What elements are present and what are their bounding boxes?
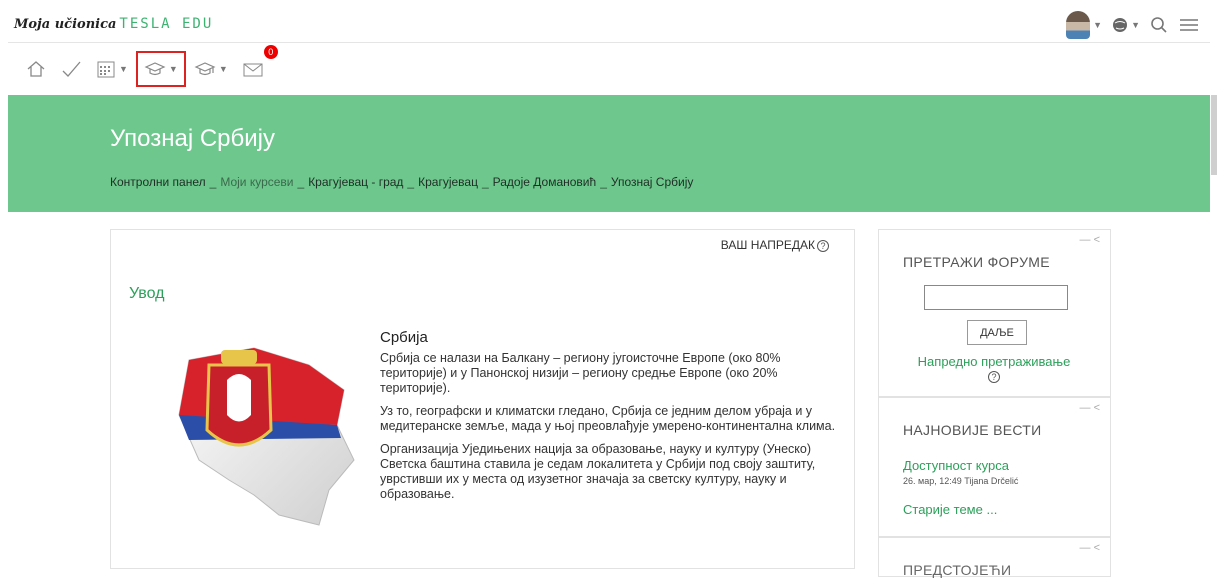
calendar-icon <box>97 61 115 78</box>
brand-script: Moja učionica <box>14 17 117 32</box>
block-controls[interactable]: — < <box>1080 542 1100 554</box>
quick-nav: ▼ ▼ ▼ 0 <box>8 44 1210 94</box>
completion-button[interactable] <box>54 51 88 87</box>
language-menu[interactable]: ▼ <box>1112 17 1140 33</box>
page-header: Упознај Србију Контролни панел _ Моји кур… <box>8 95 1217 212</box>
menu-icon[interactable] <box>1178 16 1200 34</box>
globe-icon <box>1113 18 1128 32</box>
breadcrumb: Контролни панел _ Моји курсеви _ Крагујева… <box>110 175 694 189</box>
mail-icon <box>243 63 263 77</box>
latest-news-block: — < НАЈНОВИЈЕ ВЕСТИ Доступност курса 26.… <box>878 397 1111 537</box>
section-title: Увод <box>129 285 165 302</box>
calendar-menu[interactable]: ▼ <box>90 51 134 87</box>
serbia-map-image <box>159 320 364 535</box>
section-text: Србија Србија се налази на Балкану – рег… <box>380 330 840 510</box>
upcoming-block: — < ПРЕДСТОЈЕЋИ <box>878 537 1111 578</box>
advanced-search-link[interactable]: Напредно претраживање ? <box>899 354 1089 383</box>
breadcrumb-dashboard[interactable]: Контролни панел <box>110 175 206 189</box>
message-count-badge: 0 <box>263 45 278 59</box>
top-header: Moja učionica TESLA EDU ▼ ▼ <box>8 5 1210 43</box>
paragraph-3: Организација Уједињених нација за образо… <box>380 442 816 501</box>
search-input[interactable] <box>924 285 1068 310</box>
top-right-tools: ▼ ▼ <box>1066 11 1200 39</box>
paragraph-1: Србија се налази на Балкану – региону ју… <box>380 351 781 395</box>
breadcrumb-my-courses[interactable]: Моји курсеви <box>220 175 293 189</box>
block-title: НАЈНОВИЈЕ ВЕСТИ <box>903 422 1042 438</box>
forum-search-block: — < ПРЕТРАЖИ ФОРУМЕ ДАЉЕ Напредно претра… <box>878 229 1111 397</box>
block-title: ПРЕТРАЖИ ФОРУМЕ <box>903 254 1050 270</box>
course-content: ВАШ НАПРЕДАК? Увод Србија Србија се нала… <box>110 229 855 569</box>
news-meta: 26. мар, 12:49 Tijana Drčelić <box>903 476 1019 486</box>
news-item-link[interactable]: Доступност курса <box>903 458 1009 473</box>
messages-button[interactable]: 0 <box>236 45 278 87</box>
content-heading: Србија <box>380 329 428 346</box>
chevron-down-icon: ▼ <box>168 64 178 74</box>
graduation-cap-icon <box>144 62 166 76</box>
chevron-down-icon: ▼ <box>1093 20 1103 30</box>
breadcrumb-school[interactable]: Радоје Домановић <box>493 175 597 189</box>
help-icon[interactable]: ? <box>817 240 829 252</box>
home-button[interactable] <box>20 51 52 87</box>
scrollbar[interactable] <box>1211 95 1217 175</box>
chevron-down-icon: ▼ <box>218 64 228 74</box>
avatar <box>1066 11 1091 39</box>
my-courses-menu[interactable]: ▼ <box>135 51 186 87</box>
block-title: ПРЕДСТОЈЕЋИ <box>903 562 1012 578</box>
brand-logo-text: TESLA EDU <box>119 16 214 32</box>
search-icon[interactable] <box>1150 16 1168 34</box>
breadcrumb-town[interactable]: Крагујевац <box>418 175 478 189</box>
chevron-down-icon: ▼ <box>119 64 128 74</box>
chevron-down-icon: ▼ <box>1131 20 1140 30</box>
paragraph-2: Уз то, географски и климатски гледано, С… <box>380 404 836 433</box>
block-controls[interactable]: — < <box>1080 234 1100 246</box>
page-title: Упознај Србију <box>110 125 276 152</box>
user-menu[interactable]: ▼ <box>1066 11 1102 39</box>
breadcrumb-city[interactable]: Крагујевац - град <box>308 175 403 189</box>
teaching-menu[interactable]: ▼ <box>188 51 234 87</box>
site-logo[interactable]: Moja učionica TESLA EDU <box>14 16 213 32</box>
home-icon <box>27 61 45 77</box>
older-topics-link[interactable]: Старије теме ... <box>903 502 997 517</box>
teacher-cap-icon <box>194 62 216 76</box>
help-icon[interactable]: ? <box>988 371 1000 383</box>
check-icon <box>62 61 81 77</box>
progress-label: ВАШ НАПРЕДАК? <box>721 238 829 252</box>
breadcrumb-course[interactable]: Упознај Србију <box>611 175 694 189</box>
search-button[interactable]: ДАЉЕ <box>967 320 1027 345</box>
block-controls[interactable]: — < <box>1080 402 1100 414</box>
